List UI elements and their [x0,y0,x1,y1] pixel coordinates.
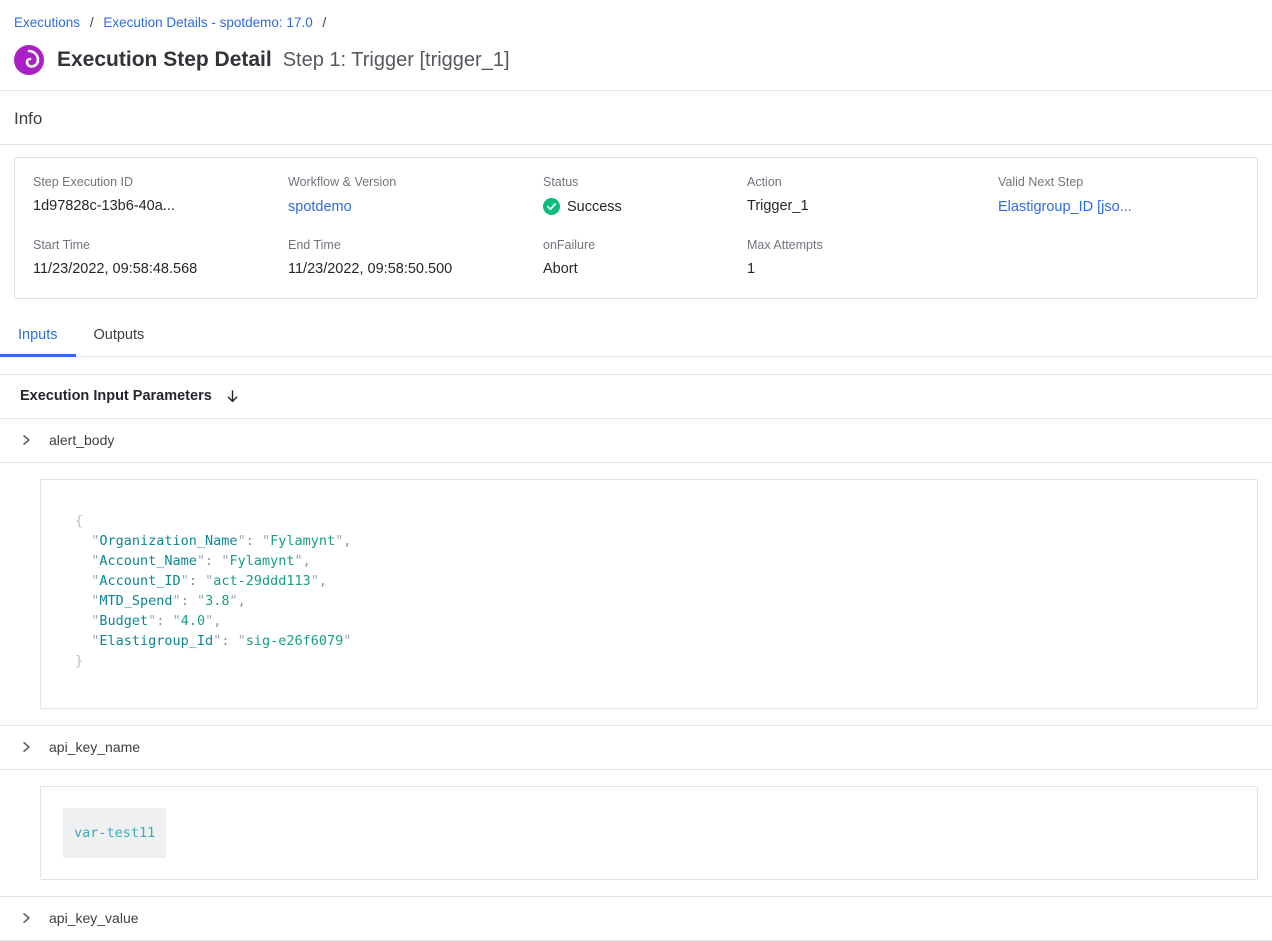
divider [0,144,1272,145]
breadcrumb: Executions / Execution Details - spotdem… [0,0,1272,36]
breadcrumb-separator: / [322,15,326,30]
tab-inputs[interactable]: Inputs [0,318,76,357]
param-row-alert-body[interactable]: alert_body [0,419,1272,463]
chevron-right-icon [20,912,32,924]
field-max-attempts: Max Attempts 1 [747,238,998,277]
chevron-right-icon [20,434,32,446]
execution-step-detail-page: Executions / Execution Details - spotdem… [0,0,1272,941]
alert-body-value-box: { "Organization_Name": "Fylamynt", "Acco… [40,479,1258,709]
breadcrumb-executions[interactable]: Executions [14,15,80,30]
api-key-name-value: var-test11 [63,808,166,858]
execution-input-parameters-title: Execution Input Parameters [20,388,212,404]
breadcrumb-separator: / [90,15,94,30]
chevron-right-icon [20,741,32,753]
workflow-link[interactable]: spotdemo [288,199,352,215]
start-time-value: 11/23/2022, 09:58:48.568 [33,261,288,277]
status-text: Success [567,199,622,215]
field-valid-next-step: Valid Next Step Elastigroup_ID [jso... [998,175,1239,216]
status-badge: Success [543,198,747,215]
tab-outputs[interactable]: Outputs [76,318,163,357]
page-header: Execution Step Detail Step 1: Trigger [t… [0,36,1272,90]
inputs-panel: Execution Input Parameters alert_body { … [0,374,1272,941]
page-title: Execution Step Detail [57,48,272,72]
param-row-api-key-name[interactable]: api_key_name [0,726,1272,770]
info-card: Step Execution ID 1d97828c-13b6-40a... W… [14,157,1258,299]
alert-body-json: { "Organization_Name": "Fylamynt", "Acco… [41,480,1257,708]
info-heading: Info [0,91,1272,144]
param-name-alert-body: alert_body [49,432,114,448]
field-label: Max Attempts [747,238,998,252]
on-failure-value: Abort [543,261,747,277]
field-label: Workflow & Version [288,175,543,189]
param-name-api-key-name: api_key_name [49,739,140,755]
max-attempts-value: 1 [747,261,998,277]
field-step-execution-id: Step Execution ID 1d97828c-13b6-40a... [33,175,288,216]
end-time-value: 11/23/2022, 09:58:50.500 [288,261,543,277]
fylamynt-logo-icon [14,45,44,75]
field-label: Status [543,175,747,189]
field-start-time: Start Time 11/23/2022, 09:58:48.568 [33,238,288,277]
execution-input-parameters-header: Execution Input Parameters [0,375,1272,419]
field-action: Action Trigger_1 [747,175,998,216]
field-status: Status Success [543,175,747,216]
api-key-name-value-box: var-test11 [40,786,1258,880]
step-execution-id-value: 1d97828c-13b6-40a... [33,198,288,214]
arrow-down-icon[interactable] [225,389,240,404]
action-value: Trigger_1 [747,198,998,214]
check-circle-icon [543,198,560,215]
field-label: Action [747,175,998,189]
field-label: onFailure [543,238,747,252]
valid-next-step-link[interactable]: Elastigroup_ID [jso... [998,199,1132,215]
field-label: Start Time [33,238,288,252]
breadcrumb-execution-details[interactable]: Execution Details - spotdemo: 17.0 [103,15,312,30]
field-label: End Time [288,238,543,252]
field-label: Valid Next Step [998,175,1239,189]
page-subtitle: Step 1: Trigger [trigger_1] [283,49,510,72]
field-workflow-version: Workflow & Version spotdemo [288,175,543,216]
field-label: Step Execution ID [33,175,288,189]
param-name-api-key-value: api_key_value [49,910,139,926]
param-row-api-key-value[interactable]: api_key_value [0,897,1272,941]
field-end-time: End Time 11/23/2022, 09:58:50.500 [288,238,543,277]
tab-bar: Inputs Outputs [0,318,1272,357]
field-on-failure: onFailure Abort [543,238,747,277]
info-grid: Step Execution ID 1d97828c-13b6-40a... W… [33,175,1239,277]
